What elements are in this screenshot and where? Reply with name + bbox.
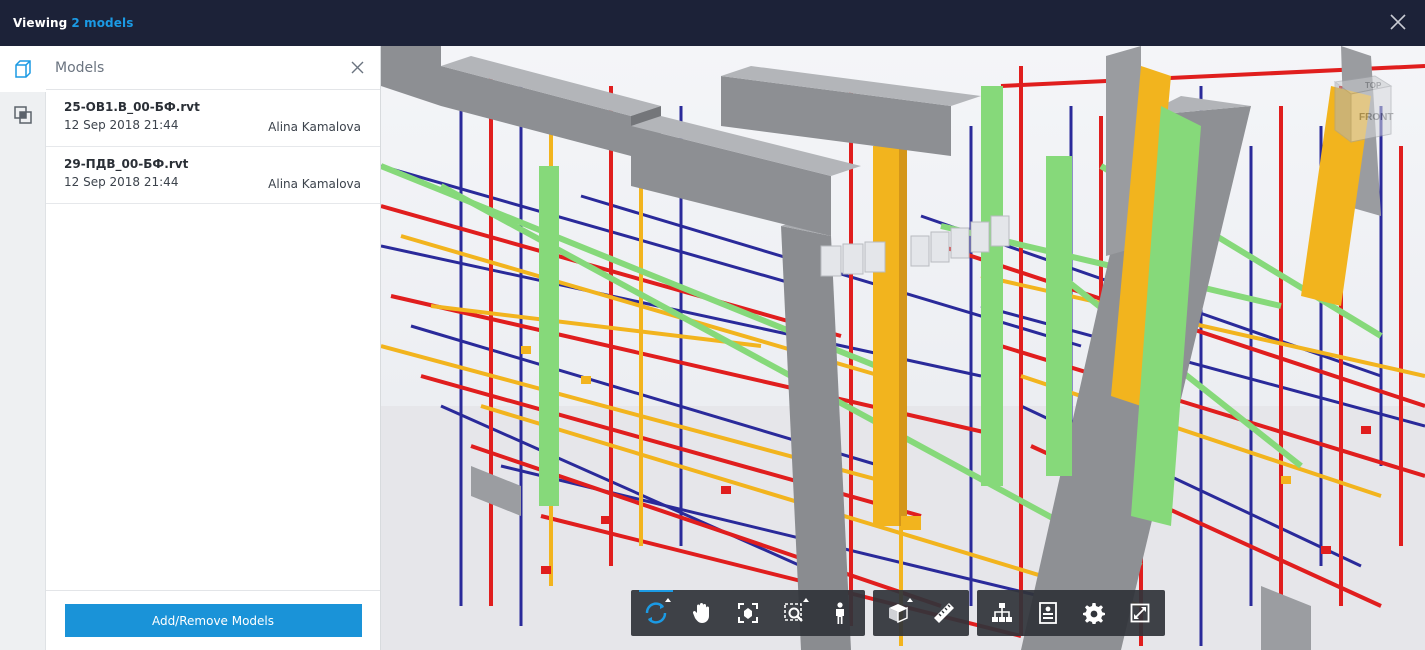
section-button[interactable] [875,590,921,636]
3d-viewport[interactable]: TOP FRONT [381,46,1425,650]
panel-title: Models [55,59,105,76]
first-person-icon [836,602,844,624]
top-bar: Viewing 2 models [0,0,1425,46]
viewer-title: Viewing 2 models [13,16,133,30]
view-cube-front-label: FRONT [1359,112,1393,123]
measure-icon [934,603,954,623]
orbit-icon [645,602,667,624]
side-rail [0,46,46,650]
orbit-button[interactable] [633,590,679,636]
models-panel: Models 25-ОВ1.В_00-БФ.rvt 12 Sep 2018 21… [46,46,381,650]
fullscreen-button[interactable] [1117,590,1163,636]
model-author: Alina Kamalova [268,177,361,191]
zoom-window-button[interactable] [771,590,817,636]
settings-icon [1083,603,1105,624]
model-count-link[interactable]: 2 models [71,16,133,30]
section-box-icon [889,604,908,624]
close-viewer-icon[interactable] [1389,13,1407,31]
model-list-item[interactable]: 25-ОВ1.В_00-БФ.rvt 12 Sep 2018 21:44 Ali… [46,90,380,147]
model-tools-group [873,590,969,636]
model-browser-icon [992,603,1012,622]
overlay-icon [14,106,32,124]
model-name: 25-ОВ1.В_00-БФ.rvt [64,100,200,114]
properties-icon [1039,602,1057,624]
zoom-window-icon [784,603,803,622]
models-tab[interactable] [0,46,46,92]
close-panel-icon[interactable] [351,61,364,74]
add-remove-models-button[interactable]: Add/Remove Models [64,604,362,637]
compare-tab[interactable] [0,92,46,138]
view-cube-top-label: TOP [1365,81,1382,90]
cube-icon [14,60,31,78]
fit-to-view-button[interactable] [725,590,771,636]
properties-button[interactable] [1025,590,1071,636]
navigation-tools-group [631,590,865,636]
measure-button[interactable] [921,590,967,636]
model-list-item[interactable]: 29-ПДВ_00-БФ.rvt 12 Sep 2018 21:44 Alina… [46,147,380,204]
model-name: 29-ПДВ_00-БФ.rvt [64,157,189,171]
settings-button[interactable] [1071,590,1117,636]
view-cube[interactable]: TOP FRONT [1315,72,1395,152]
viewer-toolbar [631,590,1165,636]
pan-icon [692,603,709,623]
first-person-button[interactable] [817,590,863,636]
model-author: Alina Kamalova [268,120,361,134]
fit-to-view-icon [738,603,758,623]
fullscreen-icon [1130,603,1150,623]
info-tools-group [977,590,1165,636]
viewer-title-prefix: Viewing [13,16,68,30]
model-browser-button[interactable] [979,590,1025,636]
panel-footer: Add/Remove Models [46,590,380,650]
panel-header: Models [46,46,380,90]
bim-model-render [381,46,1425,650]
pan-button[interactable] [679,590,725,636]
